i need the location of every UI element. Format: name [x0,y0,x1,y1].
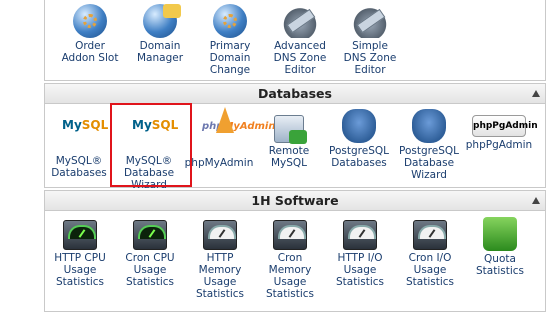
item-label: HTTP Memory Usage Statistics [196,252,244,300]
item-label: HTTP I/O Usage Statistics [336,252,384,288]
item-label: Cron CPU Usage Statistics [125,252,175,288]
quota-icon [483,217,517,251]
item-label: Cron Memory Usage Statistics [266,252,314,300]
collapse-arrow-icon[interactable] [532,197,540,204]
postgresql-databases-link[interactable]: PostgreSQL Databases [324,109,394,169]
http-cpu-gauge-icon [63,220,97,250]
mysql-icon: MySQL [62,118,109,132]
cron-memory-usage-link[interactable]: Cron Memory Usage Statistics [255,217,325,300]
simple-dns-zone-editor-link[interactable]: Simple DNS Zone Editor [335,4,405,76]
http-io-gauge-icon [343,220,377,250]
cron-cpu-gauge-icon [133,220,167,250]
item-label: Domain Manager [136,40,184,64]
item-label: MySQL® Database Wizard [123,155,175,191]
item-label: HTTP CPU Usage Statistics [54,252,106,288]
item-label: PostgreSQL Databases [329,145,389,169]
http-memory-usage-link[interactable]: HTTP Memory Usage Statistics [185,217,255,300]
item-label: Advanced DNS Zone Editor [273,40,327,76]
postgresql-icon [342,109,376,143]
item-label: MySQL® Databases [51,155,107,179]
collapse-arrow-icon[interactable] [532,90,540,97]
item-label: phpPgAdmin [465,139,533,151]
quota-statistics-link[interactable]: Quota Statistics [465,217,535,277]
order-addon-slot-link[interactable]: Order Addon Slot [55,4,125,64]
item-label: PostgreSQL Database Wizard [399,145,459,181]
advanced-dns-zone-editor-link[interactable]: Advanced DNS Zone Editor [265,4,335,76]
cron-io-usage-link[interactable]: Cron I/O Usage Statistics [395,217,465,288]
remote-mysql-link[interactable]: Remote MySQL [254,109,324,169]
domains-panel: Order Addon Slot Domain Manager Primary … [44,0,546,81]
databases-panel: Databases MySQL MySQL® Databases MySQL M… [44,83,546,191]
cron-io-gauge-icon [413,220,447,250]
cron-cpu-usage-link[interactable]: Cron CPU Usage Statistics [115,217,185,288]
item-label: Cron I/O Usage Statistics [406,252,454,288]
item-label: Remote MySQL [268,145,310,169]
databases-header[interactable]: Databases [45,84,545,104]
phppgadmin-link[interactable]: phpPgAdmin phpPgAdmin [464,109,538,151]
cron-memory-gauge-icon [273,220,307,250]
phpmyadmin-icon: phpMyAdmin [202,107,275,155]
mysql-databases-link[interactable]: MySQL MySQL® Databases [44,109,114,179]
postgresql-database-wizard-link[interactable]: PostgreSQL Database Wizard [394,109,464,181]
software-header[interactable]: 1H Software [45,191,545,211]
item-label: Simple DNS Zone Editor [343,40,397,76]
item-label: Primary Domain Change [209,40,251,76]
domain-manager-link[interactable]: Domain Manager [125,4,195,64]
item-label: Order Addon Slot [61,40,119,64]
item-label: phpMyAdmin [184,157,254,169]
databases-title: Databases [258,86,332,101]
phpmyadmin-link[interactable]: phpMyAdmin phpMyAdmin [184,107,275,169]
item-label: Quota Statistics [476,253,524,277]
order-addon-slot-icon [73,4,107,38]
http-io-usage-link[interactable]: HTTP I/O Usage Statistics [325,217,395,288]
software-panel: 1H Software HTTP CPU Usage Statistics Cr… [44,190,546,312]
mysql-wizard-icon: MySQL [132,118,179,132]
phppgadmin-icon: phpPgAdmin [472,115,538,137]
domain-manager-icon [143,4,181,38]
mysql-database-wizard-link[interactable]: MySQL MySQL® Database Wizard [114,109,184,191]
postgresql-wizard-icon [412,109,446,143]
software-title: 1H Software [251,193,339,208]
remote-mysql-icon [274,115,307,144]
primary-domain-change-link[interactable]: Primary Domain Change [195,4,265,76]
http-memory-gauge-icon [203,220,237,250]
primary-domain-change-icon [213,4,247,38]
simple-dns-zone-editor-icon [353,4,387,38]
http-cpu-usage-link[interactable]: HTTP CPU Usage Statistics [45,217,115,288]
advanced-dns-zone-editor-icon [283,4,317,38]
